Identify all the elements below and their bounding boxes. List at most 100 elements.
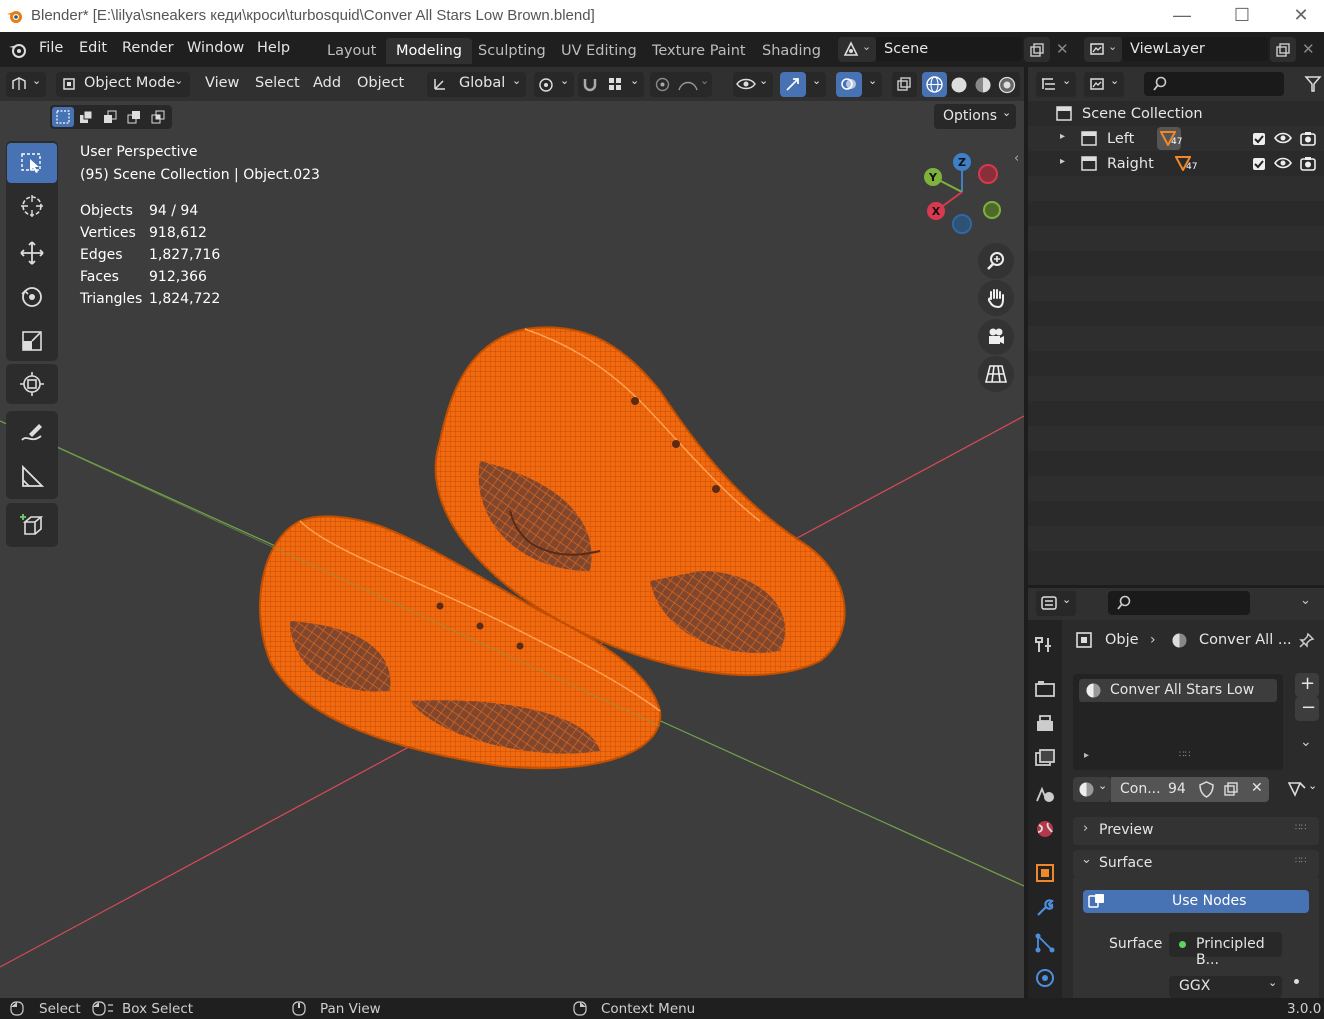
particles-tab-icon[interactable] bbox=[1034, 932, 1056, 954]
drag-handle-icon[interactable]: ∷∷ bbox=[1295, 856, 1306, 866]
close-button[interactable]: ✕ bbox=[1272, 0, 1324, 32]
outliner-row-raight[interactable]: ▸ Raight 47 bbox=[1028, 151, 1324, 176]
options-dropdown[interactable]: Options ⌄ bbox=[934, 104, 1016, 129]
select-new-button[interactable] bbox=[52, 107, 74, 127]
overlays-group[interactable]: ⌄ bbox=[836, 72, 882, 97]
new-scene-button[interactable] bbox=[1024, 37, 1050, 62]
tab-uv-editing[interactable]: UV Editing bbox=[551, 38, 647, 64]
preview-panel-header[interactable]: › Preview ∷∷ bbox=[1073, 817, 1319, 845]
distribution-dropdown[interactable]: GGX ⌄ bbox=[1169, 976, 1282, 998]
modifier-tab-icon[interactable] bbox=[1034, 897, 1056, 919]
camera-view-button[interactable] bbox=[978, 319, 1014, 355]
outliner-row-scene-collection[interactable]: Scene Collection bbox=[1028, 101, 1324, 126]
wireframe-shading-button[interactable] bbox=[922, 72, 947, 97]
menu-add[interactable]: Add bbox=[313, 75, 341, 91]
xray-toggle-button[interactable] bbox=[892, 72, 917, 97]
expand-arrow-icon[interactable]: ▸ bbox=[1084, 750, 1089, 761]
remove-material-slot-button[interactable]: − bbox=[1295, 697, 1319, 721]
fake-user-button[interactable] bbox=[1194, 777, 1219, 802]
visibility-dropdown[interactable]: ⌄ bbox=[733, 72, 773, 97]
use-nodes-button[interactable]: Use Nodes bbox=[1083, 890, 1309, 913]
shading-mode-group[interactable] bbox=[922, 72, 1020, 97]
gizmo-toggle-button[interactable] bbox=[780, 72, 806, 97]
menu-select[interactable]: Select bbox=[255, 75, 300, 91]
surface-panel-header[interactable]: ⌄ Surface ∷∷ bbox=[1073, 850, 1319, 878]
minimize-button[interactable]: — bbox=[1153, 0, 1211, 32]
3d-viewport[interactable]: User Perspective (95) Scene Collection |… bbox=[0, 101, 1024, 998]
menu-object[interactable]: Object bbox=[357, 75, 404, 91]
cursor-tool[interactable] bbox=[7, 186, 57, 226]
tab-texture-paint[interactable]: Texture Paint bbox=[642, 38, 756, 64]
menu-help[interactable]: Help bbox=[257, 40, 290, 56]
tab-sculpting[interactable]: Sculpting bbox=[468, 38, 556, 64]
measure-tool[interactable] bbox=[7, 457, 57, 497]
snapping-group[interactable]: ⌄ bbox=[578, 72, 644, 97]
view-layer-name-field[interactable]: ViewLayer bbox=[1122, 37, 1268, 61]
menu-file[interactable]: File bbox=[39, 40, 63, 56]
tab-layout[interactable]: Layout bbox=[317, 38, 386, 64]
world-tab-icon[interactable] bbox=[1034, 818, 1056, 840]
mode-dropdown[interactable]: Object Mode ⌄ bbox=[56, 72, 190, 97]
add-material-slot-button[interactable]: + bbox=[1295, 673, 1319, 697]
checkbox-icon[interactable] bbox=[1252, 157, 1266, 171]
select-subtract-icon[interactable] bbox=[103, 110, 117, 124]
delete-view-layer-icon[interactable]: ✕ bbox=[1302, 40, 1315, 58]
properties-search-input[interactable] bbox=[1108, 591, 1250, 615]
scene-tab-icon[interactable] bbox=[1034, 783, 1056, 805]
outliner-row-left[interactable]: ▸ Left 47 bbox=[1028, 126, 1324, 151]
eye-icon[interactable] bbox=[1274, 156, 1292, 170]
pan-button[interactable] bbox=[978, 280, 1014, 316]
physics-tab-icon[interactable] bbox=[1034, 967, 1056, 989]
display-mode-button[interactable]: ⌄ bbox=[1084, 72, 1124, 97]
menu-render[interactable]: Render bbox=[122, 40, 174, 56]
outliner-editor-type-button[interactable]: ⌄ bbox=[1036, 72, 1076, 97]
select-invert-icon[interactable] bbox=[127, 110, 141, 124]
select-extend-icon[interactable] bbox=[79, 110, 93, 124]
view-layer-tab-icon[interactable] bbox=[1034, 748, 1056, 770]
chevron-down-icon[interactable]: ⌄ bbox=[1300, 734, 1312, 750]
rendered-sphere-icon[interactable] bbox=[998, 76, 1016, 94]
browse-material-button[interactable]: ⌄ bbox=[1073, 777, 1111, 802]
render-tab-icon[interactable] bbox=[1034, 678, 1056, 700]
material-slot-item[interactable]: Conver All Stars Low bbox=[1079, 679, 1277, 702]
blender-menu-icon[interactable] bbox=[8, 41, 28, 59]
eye-icon[interactable] bbox=[1274, 131, 1292, 145]
outliner-search-input[interactable] bbox=[1144, 72, 1284, 96]
overlays-toggle-button[interactable] bbox=[836, 72, 862, 97]
camera-render-icon[interactable] bbox=[1300, 156, 1316, 171]
expand-arrow-icon[interactable]: ▸ bbox=[1060, 131, 1065, 142]
chevron-down-icon[interactable]: ⌄ bbox=[1300, 593, 1311, 608]
link-type-dropdown[interactable]: ⌄ bbox=[1284, 777, 1322, 802]
view-layer-browse-button[interactable]: ⌄ bbox=[1084, 37, 1122, 62]
editor-type-button[interactable]: ⌄ bbox=[6, 72, 46, 97]
menu-window[interactable]: Window bbox=[187, 40, 244, 56]
proportional-editing-group[interactable]: ⌄ bbox=[650, 72, 712, 97]
scene-name-field[interactable]: Scene bbox=[876, 37, 1022, 61]
material-name-field[interactable]: Con... bbox=[1111, 777, 1162, 802]
new-view-layer-button[interactable] bbox=[1270, 37, 1296, 62]
scale-tool[interactable] bbox=[7, 321, 57, 361]
ortho-toggle-button[interactable] bbox=[978, 356, 1014, 392]
transform-tool[interactable] bbox=[7, 364, 57, 404]
solid-sphere-icon[interactable] bbox=[950, 76, 968, 94]
duplicate-material-button[interactable] bbox=[1219, 777, 1244, 802]
delete-scene-icon[interactable]: ✕ bbox=[1056, 40, 1069, 58]
move-tool[interactable] bbox=[7, 233, 57, 273]
camera-render-icon[interactable] bbox=[1300, 131, 1316, 146]
drag-handle-icon[interactable]: ∷∷ bbox=[1295, 823, 1306, 833]
checkbox-icon[interactable] bbox=[1252, 132, 1266, 146]
menu-view[interactable]: View bbox=[205, 75, 239, 91]
properties-editor-type-button[interactable]: ⌄ bbox=[1036, 591, 1076, 616]
gizmo-group[interactable]: ⌄ bbox=[780, 72, 826, 97]
keyframe-dot-icon[interactable] bbox=[1294, 979, 1299, 984]
tab-modeling[interactable]: Modeling bbox=[386, 38, 472, 64]
output-tab-icon[interactable] bbox=[1034, 713, 1056, 735]
pin-icon[interactable] bbox=[1298, 632, 1315, 649]
zoom-button[interactable] bbox=[978, 243, 1014, 279]
tool-tab-icon[interactable] bbox=[1034, 634, 1056, 656]
surface-shader-dropdown[interactable]: Principled B... bbox=[1169, 932, 1282, 968]
add-cube-tool[interactable] bbox=[7, 505, 57, 545]
select-box-tool[interactable] bbox=[7, 143, 57, 183]
material-sphere-icon[interactable] bbox=[974, 76, 992, 94]
sidebar-toggle-icon[interactable]: ‹ bbox=[1014, 151, 1019, 166]
